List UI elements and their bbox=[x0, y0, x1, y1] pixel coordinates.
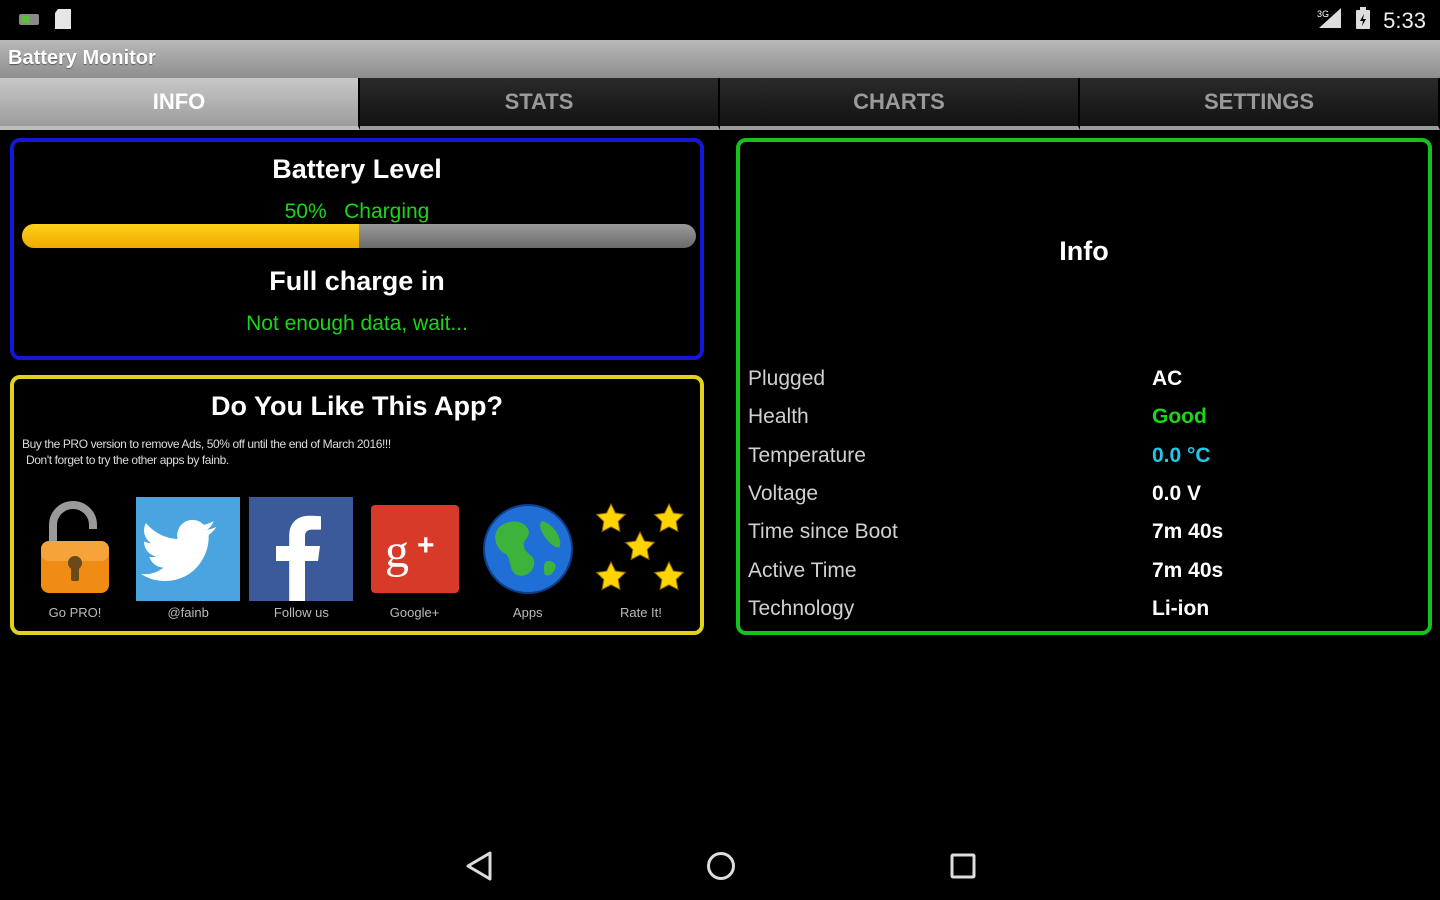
info-card: Info Plugged AC Health Good Temperature … bbox=[736, 138, 1432, 635]
sd-card-icon bbox=[54, 8, 72, 35]
tab-info[interactable]: INFO bbox=[0, 78, 360, 130]
info-row-temperature: Temperature 0.0 °C bbox=[748, 437, 1418, 475]
tab-settings[interactable]: SETTINGS bbox=[1080, 78, 1440, 130]
promo-line-1: Buy the PRO version to remove Ads, 50% o… bbox=[22, 437, 391, 451]
twitter-link[interactable]: @fainb bbox=[133, 497, 243, 627]
twitter-label: @fainb bbox=[167, 605, 209, 620]
home-icon bbox=[707, 852, 735, 880]
time-since-boot-label: Time since Boot bbox=[748, 520, 898, 544]
active-time-value: 7m 40s bbox=[1152, 558, 1224, 582]
info-row-active-time: Active Time 7m 40s bbox=[748, 551, 1418, 589]
temperature-label: Temperature bbox=[748, 443, 866, 467]
active-time-label: Active Time bbox=[748, 558, 857, 582]
promo-app-links: Go PRO! @fainb Follow us g + Google+ App… bbox=[20, 497, 696, 627]
go-pro-label: Go PRO! bbox=[48, 605, 102, 620]
google-plus-label: Google+ bbox=[389, 605, 440, 620]
info-title: Info bbox=[1059, 236, 1109, 266]
navigation-bar bbox=[0, 830, 1440, 900]
battery-level-title: Battery Level bbox=[272, 154, 442, 184]
recents-button[interactable] bbox=[945, 848, 981, 884]
recents-icon bbox=[950, 853, 976, 879]
info-row-time-since-boot: Time since Boot 7m 40s bbox=[748, 513, 1418, 551]
full-charge-value: Not enough data, wait... bbox=[246, 312, 468, 335]
signal-icon: 3G bbox=[1317, 7, 1343, 34]
promo-card: Do You Like This App? Buy the PRO versio… bbox=[10, 375, 704, 635]
info-table: Plugged AC Health Good Temperature 0.0 °… bbox=[748, 360, 1418, 628]
home-button[interactable] bbox=[703, 848, 739, 884]
facebook-label: Follow us bbox=[273, 605, 329, 620]
app-title: Battery Monitor bbox=[8, 47, 156, 69]
battery-status-text: 50% Charging bbox=[284, 200, 430, 223]
health-label: Health bbox=[748, 405, 809, 429]
tab-stats[interactable]: STATS bbox=[360, 78, 720, 130]
info-row-voltage: Voltage 0.0 V bbox=[748, 475, 1418, 513]
back-button[interactable] bbox=[461, 848, 497, 884]
rate-it-label: Rate It! bbox=[619, 605, 662, 620]
technology-label: Technology bbox=[748, 596, 855, 620]
promo-title: Do You Like This App? bbox=[210, 391, 503, 421]
go-pro-link[interactable]: Go PRO! bbox=[20, 497, 130, 627]
info-row-plugged: Plugged AC bbox=[748, 360, 1418, 398]
status-bar: 3G 5:33 bbox=[0, 0, 1440, 40]
plugged-label: Plugged bbox=[748, 367, 826, 391]
tab-charts[interactable]: CHARTS bbox=[720, 78, 1080, 130]
battery-progress-bar bbox=[22, 224, 696, 248]
voltage-value: 0.0 V bbox=[1152, 482, 1202, 506]
back-icon bbox=[466, 851, 492, 881]
info-row-technology: Technology Li-ion bbox=[748, 590, 1418, 628]
full-charge-title: Full charge in bbox=[269, 266, 445, 296]
battery-progress-fill bbox=[22, 224, 359, 248]
promo-line-2: Don't forget to try the other apps by fa… bbox=[26, 453, 229, 467]
battery-charging-icon bbox=[1355, 6, 1371, 35]
action-bar: Battery Monitor bbox=[0, 40, 1440, 78]
info-row-health: Health Good bbox=[748, 398, 1418, 436]
google-plus-icon: g + bbox=[363, 497, 467, 601]
technology-value: Li-ion bbox=[1152, 596, 1210, 620]
health-value: Good bbox=[1152, 405, 1207, 429]
battery-level-card: Battery Level 50% Charging Full charge i… bbox=[10, 138, 704, 360]
stars-icon bbox=[589, 497, 693, 601]
twitter-icon bbox=[136, 497, 241, 601]
temperature-value: 0.0 °C bbox=[1152, 443, 1211, 467]
rate-it-link[interactable]: Rate It! bbox=[586, 497, 696, 627]
svg-text:g: g bbox=[385, 525, 409, 578]
notification-icon bbox=[18, 11, 40, 32]
svg-text:+: + bbox=[417, 529, 435, 562]
time-since-boot-value: 7m 40s bbox=[1152, 520, 1224, 544]
google-plus-link[interactable]: g + Google+ bbox=[360, 497, 470, 627]
apps-link[interactable]: Apps bbox=[473, 497, 583, 627]
apps-label: Apps bbox=[512, 605, 543, 620]
voltage-label: Voltage bbox=[748, 482, 819, 506]
clock: 5:33 bbox=[1383, 7, 1426, 33]
svg-text:3G: 3G bbox=[1317, 9, 1329, 19]
facebook-icon bbox=[249, 497, 354, 601]
unlock-icon bbox=[23, 497, 127, 601]
plugged-value: AC bbox=[1152, 367, 1183, 391]
globe-icon bbox=[476, 497, 580, 601]
facebook-link[interactable]: Follow us bbox=[246, 497, 356, 627]
tab-bar: INFO STATS CHARTS SETTINGS bbox=[0, 78, 1440, 130]
